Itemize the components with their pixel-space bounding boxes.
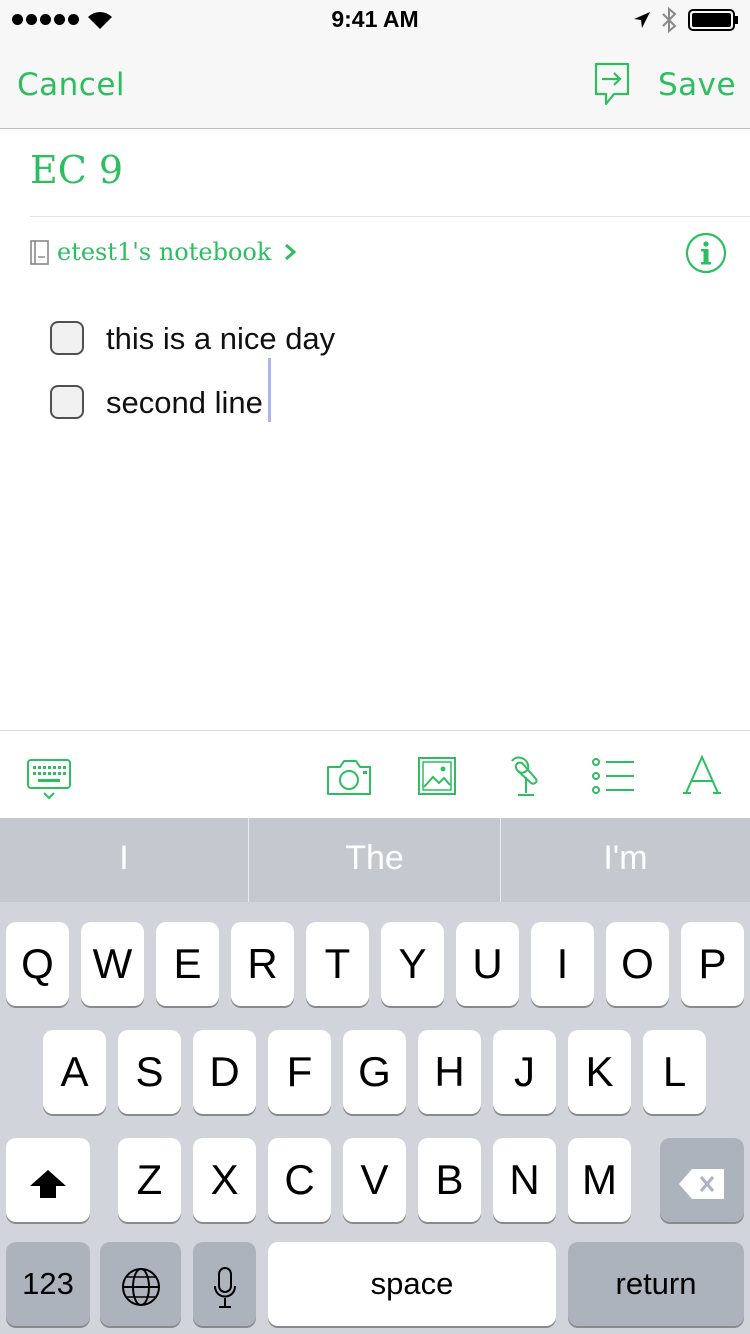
- key-y[interactable]: Y: [381, 922, 444, 1006]
- key-l[interactable]: L: [643, 1030, 706, 1114]
- title-divider: [30, 216, 750, 217]
- key-w[interactable]: W: [81, 922, 144, 1006]
- battery-icon: [688, 9, 738, 31]
- bulleted-list-icon[interactable]: [590, 757, 636, 795]
- key-g[interactable]: G: [343, 1030, 406, 1114]
- key-h[interactable]: H: [418, 1030, 481, 1114]
- key-x[interactable]: X: [193, 1138, 256, 1222]
- key-p[interactable]: P: [681, 922, 744, 1006]
- notebook-name: etest1's notebook: [57, 238, 272, 266]
- delete-key[interactable]: [660, 1138, 744, 1222]
- bluetooth-icon: [662, 7, 677, 33]
- key-k[interactable]: K: [568, 1030, 631, 1114]
- camera-icon[interactable]: [326, 758, 372, 796]
- suggestion-item[interactable]: I: [0, 818, 248, 902]
- share-chat-icon[interactable]: [592, 62, 632, 108]
- numbers-key[interactable]: 123: [6, 1242, 90, 1326]
- notebook-link[interactable]: etest1's notebook: [57, 238, 297, 266]
- space-key[interactable]: space: [268, 1242, 556, 1326]
- checklist-item-text[interactable]: this is a nice day: [106, 321, 335, 357]
- location-arrow-icon: [634, 12, 650, 28]
- handwriting-icon[interactable]: [506, 755, 546, 799]
- checklist-checkbox[interactable]: [50, 321, 84, 355]
- shift-arrow-icon: [30, 1170, 66, 1198]
- checklist-checkbox[interactable]: [50, 385, 84, 419]
- status-bar: 9:41 AM: [0, 0, 750, 40]
- key-z[interactable]: Z: [118, 1138, 181, 1222]
- text-cursor: [268, 358, 271, 422]
- backspace-icon: [679, 1169, 724, 1199]
- suggestion-item[interactable]: The: [249, 818, 500, 902]
- navigation-bar: Cancel Save: [0, 40, 750, 129]
- key-u[interactable]: U: [456, 922, 519, 1006]
- note-title[interactable]: EC 9: [30, 148, 123, 192]
- key-r[interactable]: R: [231, 922, 294, 1006]
- globe-key[interactable]: [100, 1242, 181, 1326]
- key-j[interactable]: J: [493, 1030, 556, 1114]
- globe-icon: [121, 1268, 160, 1306]
- image-icon[interactable]: [418, 757, 456, 795]
- info-icon[interactable]: [685, 232, 727, 274]
- key-v[interactable]: V: [343, 1138, 406, 1222]
- key-e[interactable]: E: [156, 922, 219, 1006]
- microphone-icon: [213, 1267, 236, 1308]
- return-key[interactable]: return: [568, 1242, 744, 1326]
- hide-keyboard-icon[interactable]: [27, 759, 71, 801]
- shift-key[interactable]: [6, 1138, 90, 1222]
- notebook-icon: [30, 240, 49, 265]
- key-b[interactable]: B: [418, 1138, 481, 1222]
- key-f[interactable]: F: [268, 1030, 331, 1114]
- key-d[interactable]: D: [193, 1030, 256, 1114]
- suggestion-item[interactable]: I'm: [501, 818, 750, 902]
- chevron-right-icon: [285, 243, 297, 261]
- key-s[interactable]: S: [118, 1030, 181, 1114]
- checklist-item-text[interactable]: second line: [106, 385, 263, 421]
- dictation-key[interactable]: [193, 1242, 256, 1326]
- format-toolbar: [0, 730, 750, 819]
- key-c[interactable]: C: [268, 1138, 331, 1222]
- key-n[interactable]: N: [493, 1138, 556, 1222]
- text-format-icon[interactable]: [682, 755, 722, 795]
- key-m[interactable]: M: [568, 1138, 631, 1222]
- key-o[interactable]: O: [606, 922, 669, 1006]
- key-t[interactable]: T: [306, 922, 369, 1006]
- key-i[interactable]: I: [531, 922, 594, 1006]
- save-button[interactable]: Save: [658, 67, 736, 103]
- key-q[interactable]: Q: [6, 922, 69, 1006]
- cancel-button[interactable]: Cancel: [17, 67, 125, 103]
- key-a[interactable]: A: [43, 1030, 106, 1114]
- predictive-bar: I The I'm: [0, 818, 750, 902]
